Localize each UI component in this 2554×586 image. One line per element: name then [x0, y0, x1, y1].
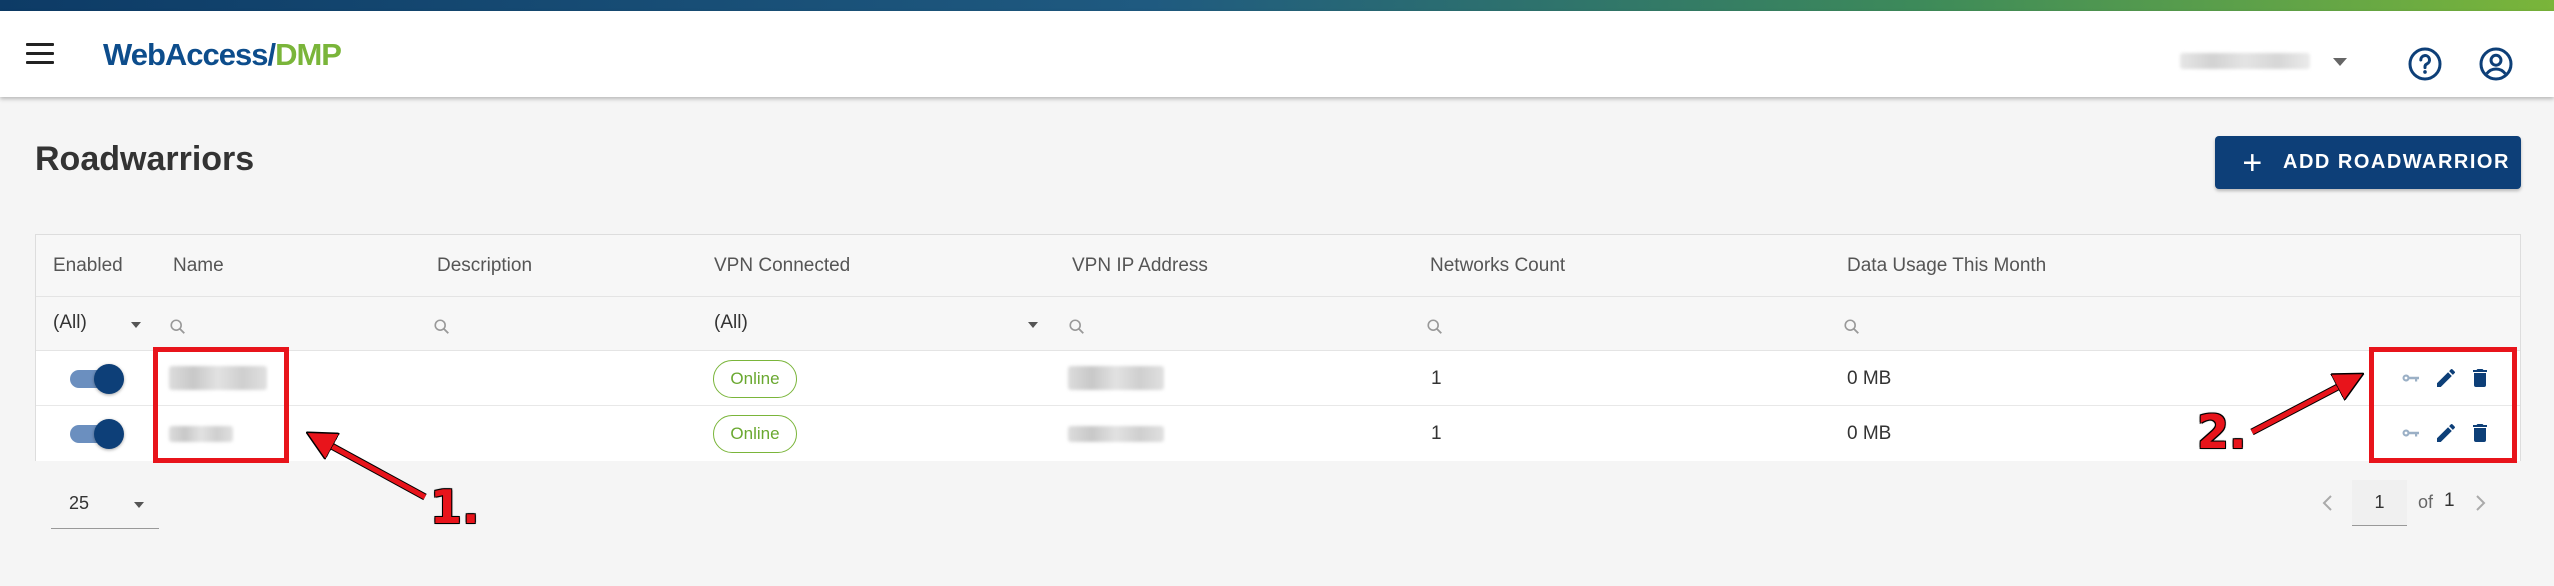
page-size-select[interactable]: 25 — [51, 479, 159, 529]
table-filter-row: (All) (All) — [36, 297, 2520, 351]
annotation-label-1: 1. — [430, 480, 480, 534]
redacted-vpn-ip — [1068, 426, 1164, 442]
user-org-select[interactable] — [2180, 49, 2350, 73]
name-filter-search-icon[interactable] — [169, 318, 187, 336]
hamburger-menu-icon[interactable] — [26, 43, 54, 65]
edit-icon[interactable] — [2434, 366, 2458, 390]
vpn-connected-filter-select[interactable]: (All) — [714, 312, 748, 334]
add-roadwarrior-button[interactable]: + ADD ROADWARRIOR — [2215, 136, 2521, 189]
redacted-user-name — [2180, 53, 2310, 69]
column-header-enabled[interactable]: Enabled — [53, 255, 123, 277]
chevron-down-icon[interactable] — [1028, 322, 1038, 328]
logo[interactable]: WebAccess/DMP — [103, 37, 342, 72]
chevron-down-icon — [2333, 58, 2347, 66]
redacted-vpn-ip — [1068, 366, 1164, 390]
table-row[interactable]: Online 1 0 MB — [36, 351, 2520, 406]
page-size-value: 25 — [69, 493, 90, 513]
edit-icon[interactable] — [2434, 421, 2458, 445]
enabled-filter-select[interactable]: (All) — [53, 312, 87, 334]
help-icon[interactable] — [2407, 46, 2443, 82]
vpn-ip-filter-search-icon[interactable] — [1068, 318, 1086, 336]
status-badge: Online — [713, 415, 797, 453]
networks-count-value: 1 — [1431, 423, 1442, 444]
current-page-input[interactable]: 1 — [2352, 480, 2407, 526]
networks-count-filter-search-icon[interactable] — [1426, 318, 1444, 336]
logo-text-main: WebAccess/ — [103, 37, 276, 72]
app-bar: WebAccess/DMP — [0, 11, 2554, 97]
column-header-data-usage[interactable]: Data Usage This Month — [1847, 255, 2046, 277]
delete-icon[interactable] — [2468, 421, 2492, 445]
delete-icon[interactable] — [2468, 366, 2492, 390]
chevron-right-icon[interactable] — [2470, 490, 2490, 516]
page-title: Roadwarriors — [35, 140, 255, 178]
page-of-label: of — [2418, 492, 2434, 512]
redacted-name — [169, 426, 233, 442]
chevron-down-icon — [134, 502, 144, 508]
plus-icon: + — [2242, 143, 2264, 182]
top-gradient-stripe — [0, 0, 2554, 11]
chevron-down-icon[interactable] — [131, 322, 141, 328]
data-usage-value: 0 MB — [1847, 423, 1892, 444]
column-header-vpn-connected[interactable]: VPN Connected — [714, 255, 850, 277]
table-header-row: Enabled Name Description VPN Connected V… — [36, 235, 2520, 297]
column-header-name[interactable]: Name — [173, 255, 224, 277]
account-icon[interactable] — [2478, 46, 2514, 82]
key-icon[interactable] — [2399, 421, 2423, 445]
table-row[interactable]: Online 1 0 MB — [36, 406, 2520, 461]
networks-count-value: 1 — [1431, 368, 1442, 389]
status-badge: Online — [713, 360, 797, 398]
key-icon[interactable] — [2399, 366, 2423, 390]
redacted-name — [169, 366, 267, 390]
column-header-networks-count[interactable]: Networks Count — [1430, 255, 1565, 277]
description-filter-search-icon[interactable] — [433, 318, 451, 336]
add-roadwarrior-label: ADD ROADWARRIOR — [2283, 151, 2510, 173]
annotation-label-2: 2. — [2197, 405, 2247, 459]
enabled-toggle[interactable] — [68, 364, 124, 394]
enabled-toggle[interactable] — [68, 419, 124, 449]
total-pages: 1 — [2444, 490, 2455, 511]
logo-text-dmp: DMP — [275, 37, 342, 72]
data-usage-filter-search-icon[interactable] — [1843, 318, 1861, 336]
chevron-left-icon[interactable] — [2318, 490, 2338, 516]
roadwarriors-table: Enabled Name Description VPN Connected V… — [35, 234, 2521, 461]
column-header-vpn-ip-address[interactable]: VPN IP Address — [1072, 255, 1208, 277]
column-header-description[interactable]: Description — [437, 255, 532, 277]
data-usage-value: 0 MB — [1847, 368, 1892, 389]
